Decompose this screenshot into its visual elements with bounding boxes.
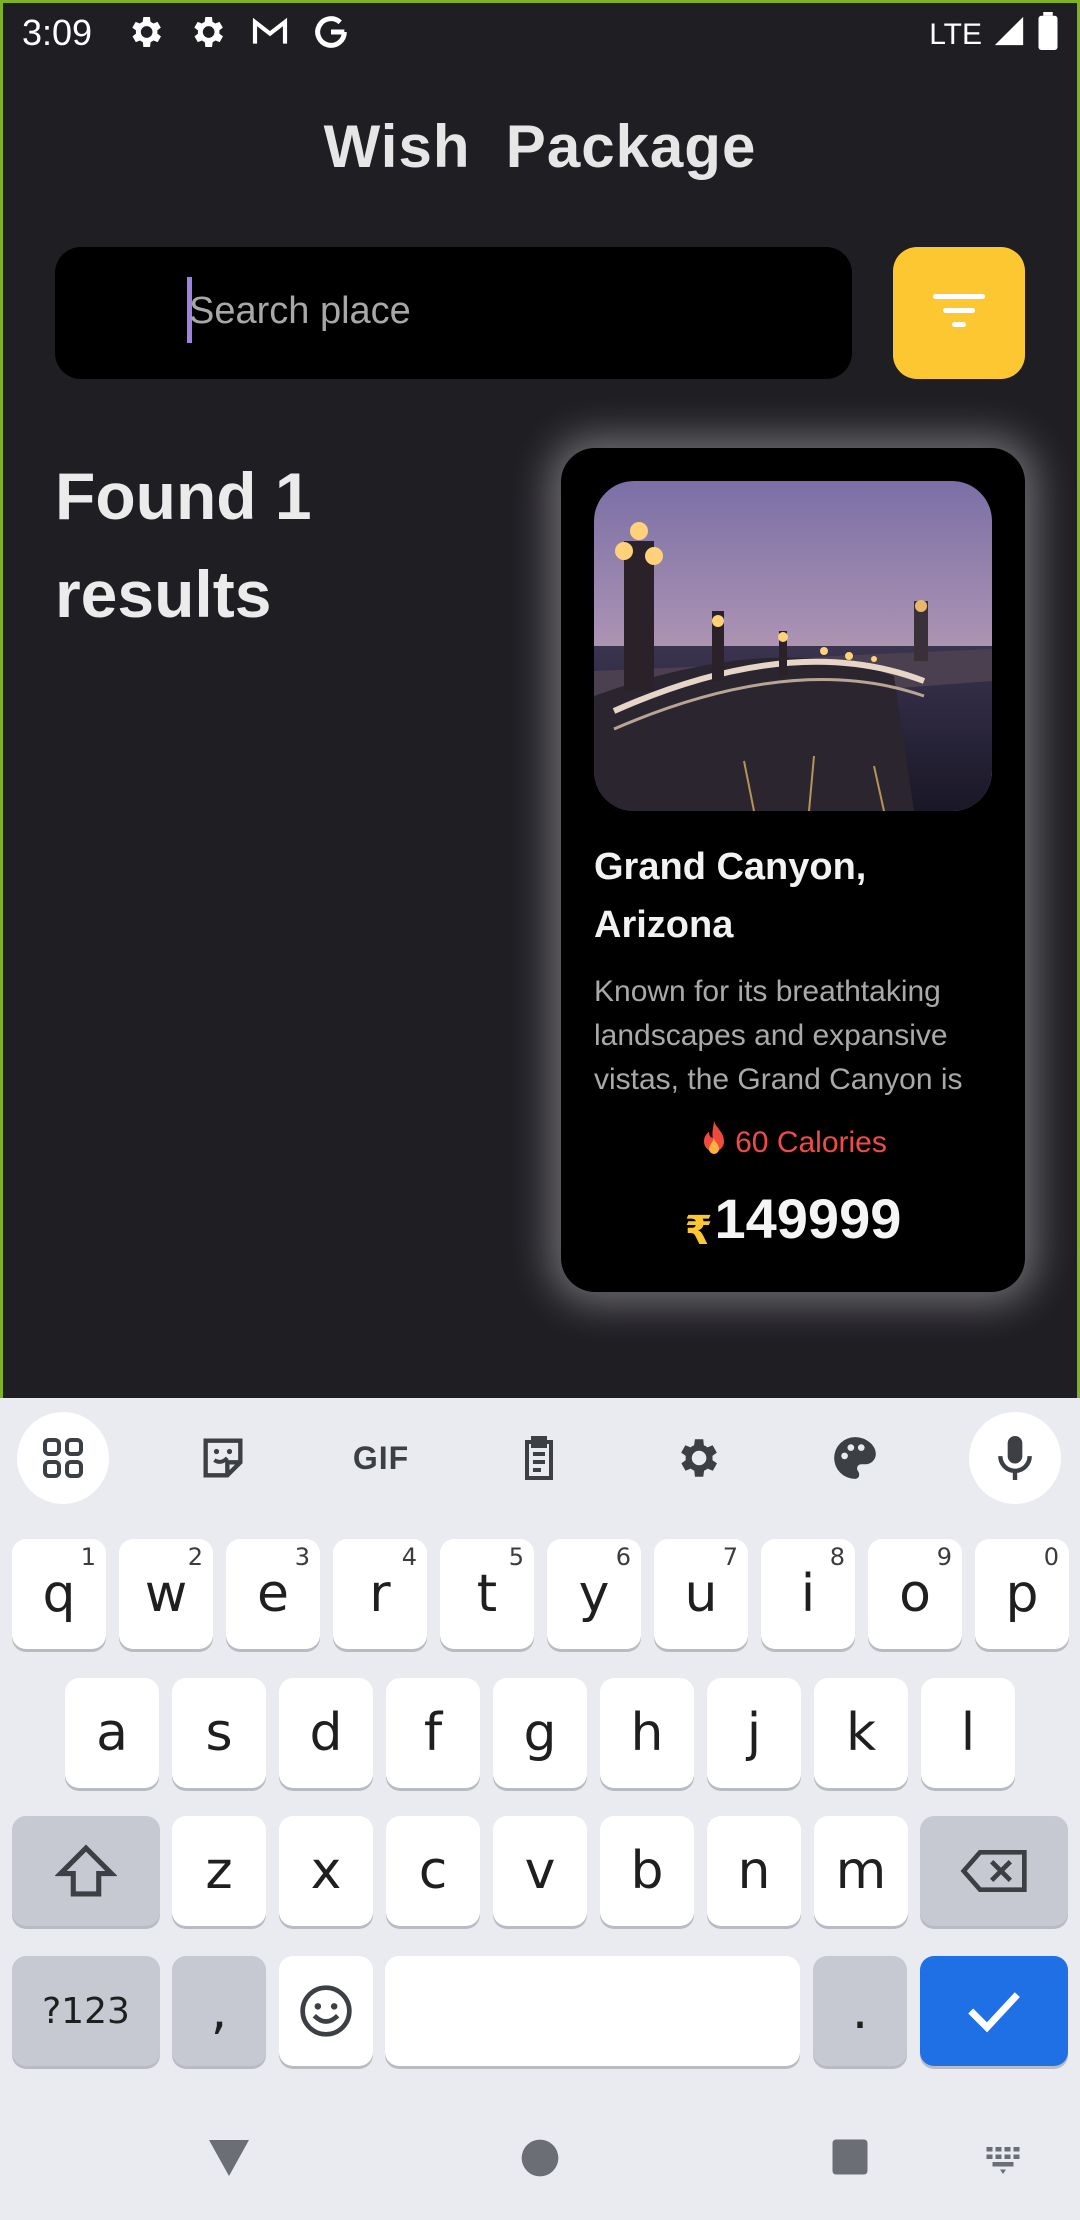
key-label: o [899, 1564, 931, 1624]
search-input[interactable] [189, 273, 809, 349]
key-u[interactable]: u7 [654, 1539, 748, 1649]
enter-key[interactable] [920, 1956, 1068, 2066]
package-description: Known for its breathtaking landscapes an… [594, 975, 963, 1096]
key-g[interactable]: g [493, 1678, 587, 1788]
key-d[interactable]: d [279, 1678, 373, 1788]
key-q[interactable]: q1 [12, 1539, 106, 1649]
key-label: i [800, 1564, 816, 1624]
key-label: r [369, 1564, 391, 1624]
currency-symbol: ₹ [684, 1209, 713, 1253]
package-image [594, 481, 992, 811]
period-key[interactable]: . [813, 1956, 907, 2066]
key-y[interactable]: y6 [547, 1539, 641, 1649]
key-n[interactable]: n [707, 1816, 801, 1926]
key-l[interactable]: l [921, 1678, 1015, 1788]
key-e[interactable]: e3 [226, 1539, 320, 1649]
calories-text: 60 Calories [735, 1126, 887, 1159]
key-label: w [144, 1564, 188, 1624]
navigation-bar [0, 2098, 1080, 2220]
key-f[interactable]: f [386, 1678, 480, 1788]
home-icon[interactable] [518, 2136, 562, 2185]
soft-keyboard: GIF q1w2e3r4t5y6u7i8o9p0asdfghjklzxcvbnm… [0, 1398, 1080, 2220]
battery-icon [1036, 12, 1060, 58]
mic-icon[interactable] [969, 1412, 1061, 1504]
clipboard-icon[interactable] [493, 1412, 585, 1504]
key-m[interactable]: m [814, 1816, 908, 1926]
apps-grid-icon[interactable] [17, 1412, 109, 1504]
price: ₹149999 [561, 1186, 1025, 1254]
filter-icon [931, 291, 987, 336]
settings-icon[interactable] [651, 1412, 743, 1504]
emoji-key[interactable] [279, 1956, 373, 2066]
palette-icon[interactable] [809, 1412, 901, 1504]
google-icon [311, 12, 355, 56]
backspace-icon [960, 1850, 1027, 1892]
key-hint: 2 [187, 1543, 203, 1571]
key-h[interactable]: h [600, 1678, 694, 1788]
key-hint: 4 [401, 1543, 417, 1571]
check-icon [968, 1992, 1020, 2033]
symbols-key[interactable]: ?123 [12, 1956, 160, 2066]
settings-icon [187, 12, 231, 56]
key-label: e [257, 1564, 289, 1624]
key-k[interactable]: k [814, 1678, 908, 1788]
package-card[interactable]: Grand Canyon, Arizona Known for its brea… [561, 448, 1025, 1292]
signal-icon [992, 14, 1026, 56]
key-t[interactable]: t5 [440, 1539, 534, 1649]
key-label: p [1005, 1564, 1039, 1624]
results-count: Found 1 results [55, 459, 312, 631]
key-hint: 5 [508, 1543, 524, 1571]
backspace-key[interactable] [920, 1816, 1068, 1926]
calories-row: 60 Calories [561, 1120, 1025, 1166]
keyboard-switch-icon[interactable] [983, 2144, 1029, 2179]
key-label: y [578, 1564, 610, 1624]
key-s[interactable]: s [172, 1678, 266, 1788]
page-title: Wish Package [323, 113, 757, 180]
gif-button[interactable]: GIF [335, 1412, 427, 1504]
emoji-icon [300, 1985, 352, 2037]
key-x[interactable]: x [279, 1816, 373, 1926]
key-hint: 8 [829, 1543, 845, 1571]
filter-button[interactable] [893, 247, 1025, 379]
status-bar: 3:09 LTE [0, 0, 1080, 66]
key-hint: 3 [294, 1543, 310, 1571]
key-label: u [684, 1564, 718, 1624]
key-j[interactable]: j [707, 1678, 801, 1788]
recents-icon[interactable] [829, 2136, 871, 2183]
shift-key[interactable] [12, 1816, 160, 1926]
key-w[interactable]: w2 [119, 1539, 213, 1649]
key-hint: 0 [1043, 1543, 1059, 1571]
key-a[interactable]: a [65, 1678, 159, 1788]
settings-icon [125, 12, 169, 56]
key-hint: 9 [936, 1543, 952, 1571]
key-label: t [476, 1564, 498, 1624]
key-r[interactable]: r4 [333, 1539, 427, 1649]
key-label: q [42, 1564, 76, 1624]
package-title: Grand Canyon, Arizona [594, 846, 867, 946]
key-o[interactable]: o9 [868, 1539, 962, 1649]
comma-key[interactable]: , [172, 1956, 266, 2066]
key-b[interactable]: b [600, 1816, 694, 1926]
gif-label: GIF [352, 1439, 410, 1476]
sticker-icon[interactable] [177, 1412, 269, 1504]
key-p[interactable]: p0 [975, 1539, 1069, 1649]
key-c[interactable]: c [386, 1816, 480, 1926]
fire-icon [699, 1120, 729, 1166]
key-i[interactable]: i8 [761, 1539, 855, 1649]
search-box[interactable] [55, 247, 852, 379]
space-key[interactable] [385, 1956, 800, 2066]
shift-icon [55, 1844, 117, 1897]
back-icon[interactable] [205, 2136, 253, 2185]
key-hint: 1 [80, 1543, 96, 1571]
key-hint: 6 [615, 1543, 631, 1571]
key-z[interactable]: z [172, 1816, 266, 1926]
network-type: LTE [929, 18, 982, 51]
price-value: 149999 [714, 1187, 902, 1250]
gmail-icon [249, 12, 293, 56]
key-hint: 7 [722, 1543, 738, 1571]
keyboard-toolbar: GIF [0, 1398, 1080, 1516]
status-time: 3:09 [22, 12, 93, 53]
key-v[interactable]: v [493, 1816, 587, 1926]
